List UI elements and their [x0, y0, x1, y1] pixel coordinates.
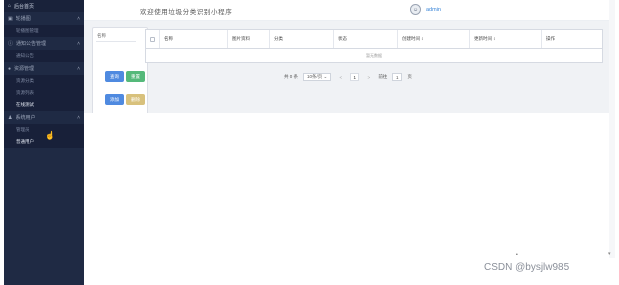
watermark: CSDN @bysjlw985: [484, 262, 570, 273]
goto-page-input[interactable]: 1: [392, 73, 403, 81]
data-table: 名称 图片资料 分类 状态 创建时间 ↕ 更新时间 ↕ 操作 暂无数据: [145, 29, 603, 63]
pagination: 共 0 条 10条/页 ⌄ < 1 > 前往 1 页: [284, 73, 417, 81]
sidebar-group-users[interactable]: ♟ 系统用户 ˄: [4, 111, 84, 124]
sidebar-group-notice[interactable]: ⓘ 通知公告管理 ˄: [4, 37, 84, 50]
sidebar-item-normal-users[interactable]: 普通用户: [4, 136, 84, 148]
sidebar-group-label: 资源管理: [14, 66, 35, 72]
checkbox-icon[interactable]: [150, 36, 155, 42]
app-window: ⌂ 后台首页 ▣ 轮播图 ˄ 轮播图管理 ⓘ 通知公告管理 ˄ 通知公告 ● 资源管理…: [0, 0, 619, 285]
home-icon: ⌂: [8, 3, 12, 9]
sidebar-item-label: 轮播图管理: [16, 28, 39, 33]
search-button[interactable]: 查询: [105, 71, 124, 82]
chevron-up-icon: ˄: [77, 114, 80, 121]
chevron-up-icon: ˄: [77, 65, 80, 72]
select-all-checkbox-cell[interactable]: [146, 30, 160, 48]
column-header-image: 图片资料: [228, 30, 270, 48]
sidebar-group-resources[interactable]: ● 资源管理 ˄: [4, 62, 84, 75]
sidebar-item-label: 通知公告: [16, 53, 34, 58]
sidebar-group-carousel[interactable]: ▣ 轮播图 ˄: [4, 12, 84, 25]
dot-icon: •: [516, 252, 518, 258]
sidebar-item-online-test[interactable]: 在线测试: [4, 99, 84, 111]
column-header-updated[interactable]: 更新时间 ↕: [470, 30, 542, 48]
sidebar: ⌂ 后台首页 ▣ 轮播图 ˄ 轮播图管理 ⓘ 通知公告管理 ˄ 通知公告 ● 资源管理…: [4, 0, 84, 285]
column-header-name: 名称: [160, 30, 228, 48]
column-header-category: 分类: [270, 30, 334, 48]
page-size-value: 10条/页: [307, 74, 323, 79]
column-header-created[interactable]: 创建时间 ↕: [398, 30, 470, 48]
chevron-up-icon: ˄: [77, 40, 80, 47]
sidebar-item-label: 后台首页: [14, 3, 35, 10]
user-icon: ☺: [412, 6, 419, 13]
pin-icon: ●: [8, 65, 12, 72]
next-page-button[interactable]: >: [364, 73, 373, 81]
sidebar-group-label: 系统用户: [15, 115, 36, 121]
reset-button[interactable]: 重置: [126, 71, 145, 82]
page-title: 欢迎使用垃圾分类识别小程序: [140, 8, 233, 16]
column-header-status: 状态: [334, 30, 398, 48]
current-page-button[interactable]: 1: [350, 73, 360, 81]
info-icon: ⓘ: [8, 41, 14, 47]
page-unit-label: 页: [407, 74, 412, 79]
pagination-total: 共 0 条: [284, 74, 299, 79]
empty-table-text: 暂无数据: [366, 52, 382, 58]
content-area-blank: [84, 113, 615, 258]
username-link[interactable]: admin: [426, 7, 441, 13]
sidebar-item-label: 资源列表: [16, 90, 34, 95]
sidebar-group-label: 轮播图: [15, 16, 31, 22]
column-header-actions: 操作: [546, 36, 555, 41]
sidebar-item-resource-list[interactable]: 资源列表: [4, 87, 84, 99]
chevron-down-icon: ⌄: [322, 74, 328, 79]
table-header: 名称 图片资料 分类 状态 创建时间 ↕ 更新时间 ↕ 操作: [146, 30, 602, 49]
sidebar-group-label: 通知公告管理: [16, 41, 47, 47]
user-icon: ♟: [8, 114, 13, 121]
chevron-up-icon: ˄: [77, 15, 80, 22]
image-icon: ▣: [8, 15, 13, 22]
prev-page-button[interactable]: <: [336, 73, 345, 81]
sidebar-item-notice[interactable]: 通知公告: [4, 50, 84, 62]
sidebar-item-label: 管理员: [16, 127, 30, 132]
goto-label: 前往: [378, 74, 388, 79]
page-size-select[interactable]: 10条/页 ⌄: [303, 73, 332, 81]
sidebar-item-label: 普通用户: [16, 139, 34, 144]
search-panel: 名称 查询 重置 添加 删除: [92, 27, 148, 125]
sidebar-item-label: 资源分类: [16, 78, 34, 83]
top-header: 欢迎使用垃圾分类识别小程序 ☺ admin: [84, 0, 615, 21]
avatar[interactable]: ☺: [410, 4, 421, 15]
name-search-input[interactable]: 名称: [96, 31, 136, 42]
delete-button[interactable]: 删除: [126, 94, 145, 105]
main-content: 名称 查询 重置 添加 删除 名称 图片资料 分类 状态 创建时间 ↕ 更新时间…: [84, 21, 615, 125]
vertical-scrollbar[interactable]: [609, 0, 615, 258]
add-button[interactable]: 添加: [105, 94, 124, 105]
mouse-cursor-icon: ☝: [45, 131, 55, 140]
sidebar-item-resource-category[interactable]: 资源分类: [4, 75, 84, 87]
sidebar-item-home[interactable]: ⌂ 后台首页: [4, 0, 84, 12]
sidebar-item-admins[interactable]: 管理员: [4, 124, 84, 136]
scroll-down-arrow-icon[interactable]: ▾: [608, 251, 611, 257]
sidebar-item-label: 在线测试: [16, 102, 34, 107]
sidebar-item-carousel-manage[interactable]: 轮播图管理: [4, 25, 84, 37]
